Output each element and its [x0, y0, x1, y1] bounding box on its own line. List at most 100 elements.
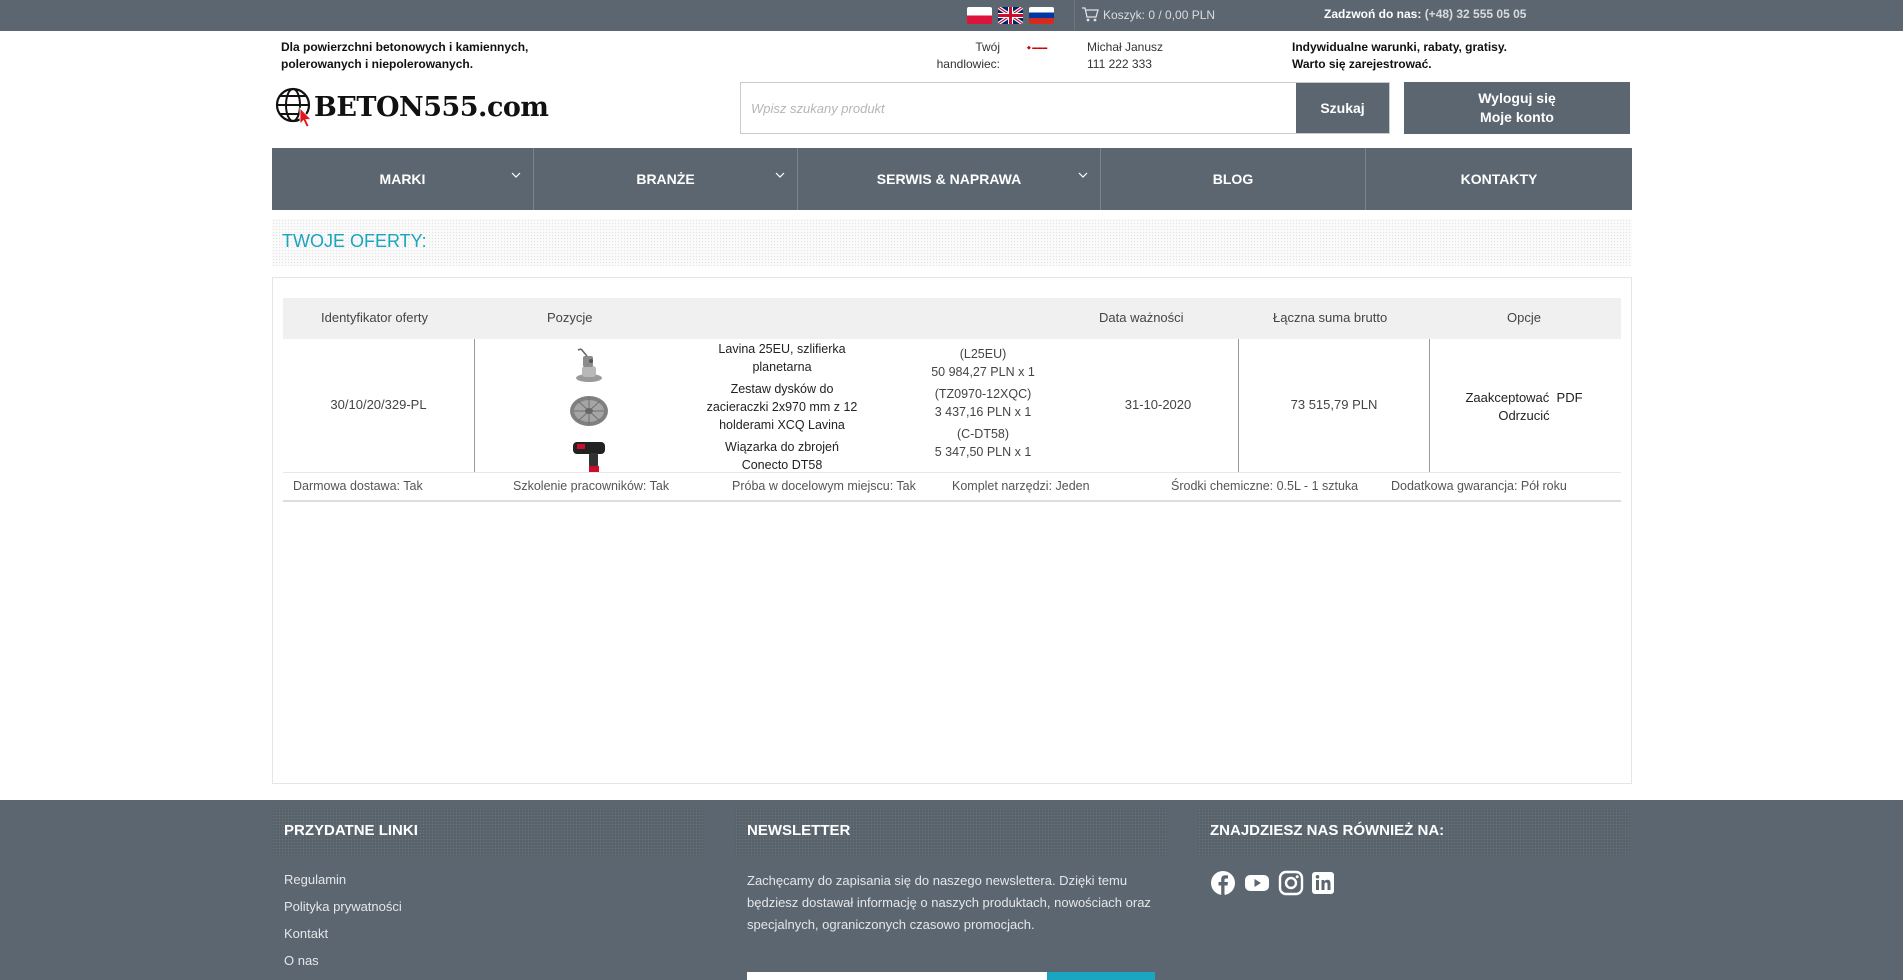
- product-name[interactable]: Zestaw dysków do zacieraczki 2x970 mm z …: [701, 380, 863, 434]
- product-name[interactable]: Lavina 25EU, szlifierka planetarna: [701, 340, 863, 376]
- nav-item-label: MARKI: [379, 171, 426, 187]
- instagram-icon[interactable]: [1278, 870, 1304, 896]
- linkedin-icon[interactable]: [1310, 870, 1336, 896]
- rebar-tier-product-icon[interactable]: [569, 438, 609, 474]
- phone-number[interactable]: (+48) 32 555 05 05: [1425, 7, 1527, 21]
- top-bar-divider: [1074, 0, 1075, 31]
- cart-icon: [1082, 7, 1099, 22]
- search-button[interactable]: Szukaj: [1296, 83, 1389, 133]
- sales-rep-logo: ◆ ▬▬▬: [1027, 45, 1048, 51]
- sales-rep-info: Michał Janusz 111 222 333: [1087, 39, 1163, 73]
- social-icons: [1198, 856, 1630, 910]
- product-names: Lavina 25EU, szlifierka planetarna Zesta…: [701, 340, 863, 474]
- cart-summary: Koszyk: 0 / 0,00 PLN: [1103, 7, 1216, 22]
- column-divider: [474, 339, 475, 472]
- nav-item-label: BRANŻE: [636, 171, 695, 187]
- product-code: (TZ0970-12XQC): [934, 387, 1032, 401]
- my-account-link[interactable]: Moje konto: [1404, 108, 1630, 127]
- site-footer: PRZYDATNE LINKI Regulamin Polityka prywa…: [0, 800, 1903, 980]
- nav-item-serwis[interactable]: SERWIS & NAPRAWA: [798, 148, 1101, 210]
- chevron-down-icon: [511, 172, 521, 178]
- footer-link-about[interactable]: O nas: [284, 947, 704, 974]
- promo-line-1: Indywidualne warunki, rabaty, gratisy.: [1292, 40, 1507, 54]
- column-header-id: Identyfikator oferty: [321, 310, 428, 325]
- accept-offer-link[interactable]: Zaakceptować: [1465, 390, 1549, 405]
- product-price: 50 984,27 PLN x 1: [931, 365, 1035, 379]
- extra-chemicals: Środki chemiczne: 0.5L - 1 sztuka: [1171, 479, 1359, 493]
- phone-contact: Zadzwoń do nas: (+48) 32 555 05 05: [1324, 7, 1526, 21]
- language-switcher: [967, 7, 1054, 24]
- extra-on-site-test: Próba w docelowym miejscu: Tak: [732, 479, 916, 493]
- footer-link-contact[interactable]: Kontakt: [284, 920, 704, 947]
- column-header-valid-until: Data ważności: [1099, 310, 1184, 325]
- page-title: TWOJE OFERTY:: [282, 231, 427, 251]
- offer-id: 30/10/20/329-PL: [330, 397, 427, 412]
- offers-table-header: Identyfikator oferty Pozycje Data ważnoś…: [283, 298, 1621, 339]
- logo-text: BETON555.com: [314, 91, 549, 123]
- logout-link[interactable]: Wyloguj się: [1404, 89, 1630, 108]
- product-code: (L25EU): [959, 347, 1007, 361]
- nav-item-kontakty[interactable]: KONTAKTY: [1366, 148, 1632, 210]
- footer-links-title: PRZYDATNE LINKI: [272, 808, 704, 856]
- footer-link-privacy[interactable]: Polityka prywatności: [284, 893, 704, 920]
- footer-social-column: ZNAJDZIESZ NAS RÓWNIEŻ NA:: [1198, 808, 1630, 910]
- tagline: Dla powierzchni betonowych i kamiennych,…: [281, 40, 529, 71]
- footer-link-regulamin[interactable]: Regulamin: [284, 866, 704, 893]
- product-code-block: (C-DT58) 5 347,50 PLN x 1: [903, 425, 1063, 461]
- extra-toolset: Komplet narzędzi: Jeden: [952, 479, 1090, 493]
- nav-item-label: SERWIS & NAPRAWA: [876, 171, 1022, 187]
- nav-item-label: KONTAKTY: [1460, 171, 1538, 187]
- reject-offer-link[interactable]: Odrzucić: [1429, 407, 1619, 425]
- column-header-items: Pozycje: [547, 310, 593, 325]
- search-bar: Szukaj: [740, 82, 1390, 134]
- product-code-block: (TZ0970-12XQC) 3 437,16 PLN x 1: [903, 385, 1063, 421]
- extra-free-delivery: Darmowa dostawa: Tak: [293, 479, 423, 493]
- nav-item-branze[interactable]: BRANŻE: [534, 148, 798, 210]
- site-header: Dla powierzchni betonowych i kamiennych,…: [272, 31, 1632, 146]
- sales-rep-phone: 111 222 333: [1087, 57, 1152, 71]
- cart-link[interactable]: Koszyk: 0 / 0,00 PLN: [1082, 7, 1215, 22]
- extra-training: Szkolenie pracowników: Tak: [513, 479, 670, 493]
- disc-set-product-icon[interactable]: [569, 393, 609, 429]
- sales-rep-label: Twój handlowiec:: [936, 40, 1000, 71]
- product-images: [569, 348, 613, 483]
- registration-promo: Indywidualne warunki, rabaty, gratisy. W…: [1292, 39, 1507, 73]
- flag-ru-icon[interactable]: [1029, 7, 1054, 24]
- main-nav: MARKI BRANŻE SERWIS & NAPRAWA BLOG KONTA…: [272, 148, 1632, 210]
- footer-links-list: Regulamin Polityka prywatności Kontakt O…: [272, 856, 704, 974]
- newsletter-subscribe-button[interactable]: [1047, 972, 1155, 980]
- newsletter-email-input[interactable]: [747, 972, 1047, 980]
- chevron-down-icon: [775, 172, 785, 178]
- grinder-product-icon[interactable]: [569, 348, 609, 384]
- offer-options-line: Zaakceptować PDF: [1429, 389, 1619, 407]
- chevron-down-icon: [1078, 172, 1088, 178]
- search-input[interactable]: [741, 83, 1296, 133]
- site-logo[interactable]: BETON555.com: [274, 86, 549, 128]
- footer-newsletter-title: NEWSLETTER: [735, 808, 1167, 856]
- flag-pl-icon[interactable]: [967, 7, 992, 24]
- footer-social-title: ZNAJDZIESZ NAS RÓWNIEŻ NA:: [1198, 808, 1630, 856]
- newsletter-description: Zachęcamy do zapisania się do naszego ne…: [747, 873, 1151, 932]
- pdf-link[interactable]: PDF: [1557, 390, 1583, 405]
- offers-panel: Identyfikator oferty Pozycje Data ważnoś…: [272, 277, 1632, 784]
- offer-options: Zaakceptować PDF Odrzucić: [1429, 389, 1619, 425]
- section-title-bar: TWOJE OFERTY:: [272, 219, 1632, 266]
- product-price: 3 437,16 PLN x 1: [934, 405, 1032, 419]
- footer-newsletter-column: NEWSLETTER Zachęcamy do zapisania się do…: [735, 808, 1167, 980]
- account-box: Wyloguj się Moje konto: [1404, 82, 1630, 134]
- promo-line-2: Warto się zarejestrować.: [1292, 57, 1432, 71]
- footer-links-column: PRZYDATNE LINKI Regulamin Polityka prywa…: [272, 808, 704, 974]
- facebook-icon[interactable]: [1210, 870, 1236, 896]
- offer-extras: Darmowa dostawa: Tak Szkolenie pracownik…: [283, 472, 1621, 502]
- table-row: 30/10/20/329-PL Lavina 25EU, szlifierka …: [283, 339, 1621, 472]
- product-name[interactable]: Wiązarka do zbrojeń Conecto DT58: [701, 438, 863, 474]
- offer-valid-until: 31-10-2020: [1124, 397, 1192, 412]
- flag-gb-icon[interactable]: [998, 7, 1023, 24]
- youtube-icon[interactable]: [1242, 870, 1272, 896]
- nav-item-blog[interactable]: BLOG: [1101, 148, 1366, 210]
- nav-item-marki[interactable]: MARKI: [272, 148, 534, 210]
- product-price: 5 347,50 PLN x 1: [934, 445, 1032, 459]
- nav-item-label: BLOG: [1212, 171, 1254, 187]
- top-bar-inner: Koszyk: 0 / 0,00 PLN Zadzwoń do nas: (+4…: [272, 0, 1632, 31]
- product-codes: (L25EU) 50 984,27 PLN x 1 (TZ0970-12XQC)…: [903, 345, 1063, 465]
